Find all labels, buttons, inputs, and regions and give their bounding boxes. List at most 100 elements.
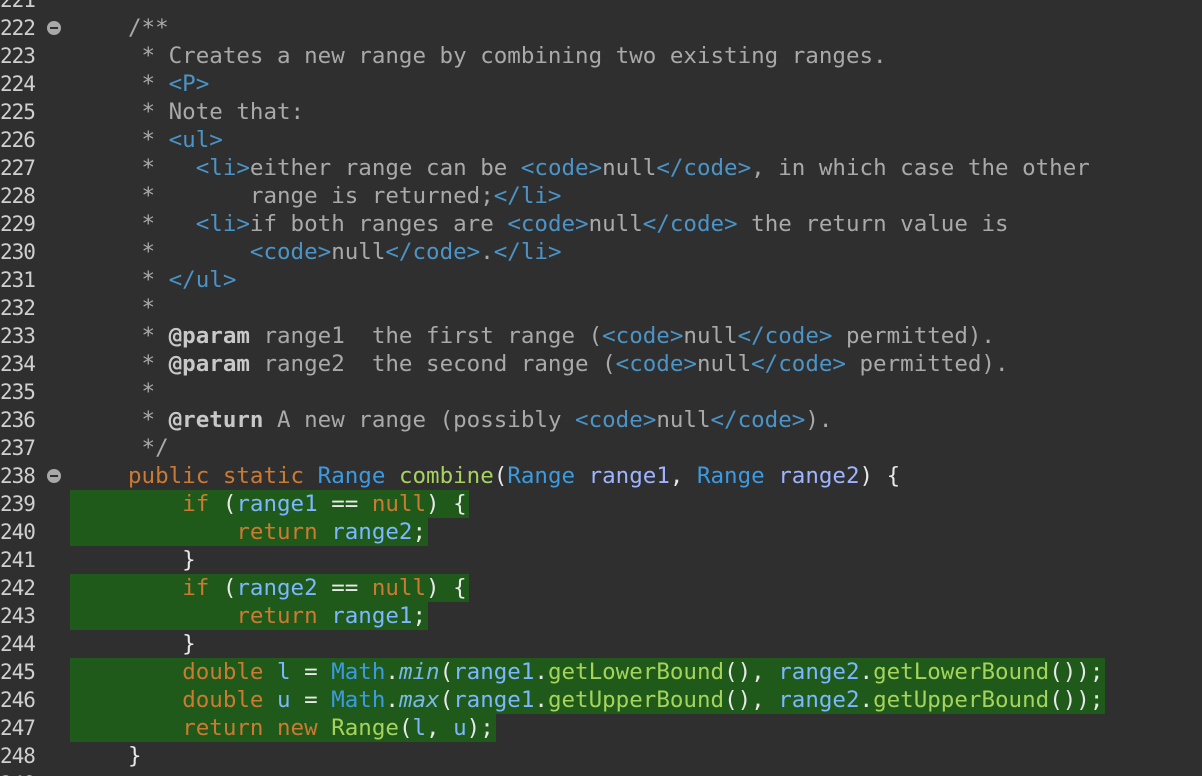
code-line[interactable]: 246 double u = Math.max(range1.getUpperB… xyxy=(0,686,1202,714)
code-token: range1 xyxy=(453,687,535,713)
code-line[interactable]: 245 double l = Math.min(range1.getLowerB… xyxy=(0,658,1202,686)
code-token: <li> xyxy=(195,155,250,181)
code-line[interactable]: 225 * Note that: xyxy=(0,98,1202,126)
code-line[interactable]: 228 * range is returned;</li> xyxy=(0,182,1202,210)
code-line[interactable]: 243 return range1; xyxy=(0,602,1202,630)
code-token: l xyxy=(277,659,291,685)
code-token: Range xyxy=(331,715,399,741)
code-text: */ xyxy=(128,434,169,462)
code-line[interactable]: 235 * xyxy=(0,378,1202,406)
code-token: double xyxy=(182,687,278,713)
code-token: <li> xyxy=(195,211,250,237)
code-token: the return value is xyxy=(737,211,1009,237)
code-line[interactable]: 230 * <code>null</code>.</li> xyxy=(0,238,1202,266)
code-text: * <li>if both ranges are <code>null</cod… xyxy=(128,210,1009,238)
code-token: ); xyxy=(466,715,494,741)
code-line[interactable]: 227 * <li>either range can be <code>null… xyxy=(0,154,1202,182)
code-token: <P> xyxy=(168,71,210,97)
code-line[interactable]: 231 * </ul> xyxy=(0,266,1202,294)
code-line[interactable]: 226 * <ul> xyxy=(0,126,1202,154)
code-token: ()); xyxy=(1049,687,1104,713)
code-token: * xyxy=(128,267,169,293)
code-line[interactable]: 248} xyxy=(0,742,1202,770)
code-token: . xyxy=(480,239,494,265)
code-text: * range is returned;</li> xyxy=(128,182,562,210)
code-line[interactable]: 233 * @param range1 the first range (<co… xyxy=(0,322,1202,350)
code-token: , xyxy=(669,463,697,489)
code-line[interactable]: 247 return new Range(l, u); xyxy=(0,714,1202,742)
code-token: @param xyxy=(168,323,250,349)
code-token: range1 the first range ( xyxy=(249,323,603,349)
code-token: </code> xyxy=(642,211,738,237)
code-line[interactable]: 242 if (range2 == null) { xyxy=(0,574,1202,602)
code-token: range2 xyxy=(236,575,318,601)
code-token: , in which case the other xyxy=(751,155,1090,181)
code-token: null xyxy=(371,575,427,601)
code-token: range1 xyxy=(236,491,318,517)
code-token: . xyxy=(385,659,399,685)
line-number: 223 xyxy=(0,44,36,68)
line-number: 245 xyxy=(0,660,36,684)
code-token: ( xyxy=(439,659,454,685)
code-token: @return xyxy=(168,407,264,433)
code-editor[interactable]: 221 222/** 223 * Creates a new range by co… xyxy=(0,0,1202,776)
code-token: range2 xyxy=(778,687,860,713)
code-token: = xyxy=(290,687,332,713)
code-text: if (range1 == null) { xyxy=(128,490,466,518)
code-token: combine xyxy=(398,463,494,489)
code-line[interactable]: 244 } xyxy=(0,630,1202,658)
code-token: </code> xyxy=(751,351,846,377)
line-number: 229 xyxy=(0,212,36,236)
code-line[interactable]: 221 xyxy=(0,0,1202,14)
code-line[interactable]: 239 if (range1 == null) { xyxy=(0,490,1202,518)
code-line[interactable]: 224 * <P> xyxy=(0,70,1202,98)
code-line[interactable]: 236 * @return A new range (possibly <cod… xyxy=(0,406,1202,434)
line-number: 233 xyxy=(0,324,36,348)
code-token: ( xyxy=(439,687,454,713)
code-line[interactable]: 240 return range2; xyxy=(0,518,1202,546)
code-token: ( xyxy=(222,575,237,601)
code-line[interactable]: 223 * Creates a new range by combining t… xyxy=(0,42,1202,70)
code-token: . xyxy=(385,687,399,713)
code-line[interactable]: 238 public static Range combine(Range ran… xyxy=(0,462,1202,490)
code-token: null xyxy=(331,239,386,265)
code-token: . xyxy=(534,687,548,713)
code-token: * xyxy=(128,211,196,237)
code-text: * xyxy=(128,294,156,322)
code-token: u xyxy=(277,687,291,713)
code-token: if xyxy=(182,491,223,517)
code-line[interactable]: 232 * xyxy=(0,294,1202,322)
line-number: 247 xyxy=(0,716,36,740)
fold-collapse-icon[interactable] xyxy=(47,469,61,483)
line-number: 246 xyxy=(0,688,36,712)
code-text: return range2; xyxy=(128,518,426,546)
code-line[interactable]: 222 /** xyxy=(0,14,1202,42)
line-number: 242 xyxy=(0,576,36,600)
fold-collapse-icon[interactable] xyxy=(47,21,61,35)
line-number: 228 xyxy=(0,184,36,208)
code-token: getUpperBound xyxy=(873,687,1050,713)
code-token: ) { xyxy=(859,463,901,489)
code-token: <ul> xyxy=(168,127,223,153)
code-text: * Creates a new range by combining two e… xyxy=(128,42,887,70)
code-token: ). xyxy=(805,407,833,433)
code-line[interactable]: 229 * <li>if both ranges are <code>null<… xyxy=(0,210,1202,238)
code-token: permitted). xyxy=(845,351,1009,377)
code-line[interactable]: 241 } xyxy=(0,546,1202,574)
code-token: = xyxy=(290,659,332,685)
code-line[interactable]: 234 * @param range2 the second range (<c… xyxy=(0,350,1202,378)
code-token: <code> xyxy=(520,155,603,181)
code-token: /** xyxy=(128,15,169,41)
code-token: </code> xyxy=(710,407,806,433)
code-token: range1 xyxy=(588,463,670,489)
code-line[interactable]: 237 */ xyxy=(0,434,1202,462)
code-token: <code> xyxy=(249,239,332,265)
line-number: 230 xyxy=(0,240,36,264)
code-text: public static Range combine(Range range1… xyxy=(128,462,900,490)
code-token: </code> xyxy=(656,155,752,181)
code-line[interactable]: 249 xyxy=(0,770,1202,776)
code-token: A new range (possibly xyxy=(263,407,576,433)
